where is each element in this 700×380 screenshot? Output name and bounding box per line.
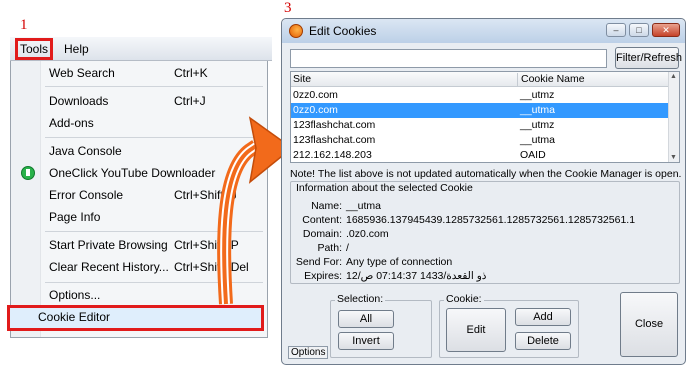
edit-cookies-dialog: Edit Cookies – □ ✕ Filter/Refresh Site C… (281, 18, 686, 365)
cookie-site: 0zz0.com (293, 89, 338, 101)
info-sendfor-key: Send For: (295, 256, 342, 268)
menu-item-private-browsing[interactable]: Start Private Browsing Ctrl+Shift+P (11, 234, 267, 256)
select-all-button[interactable]: All (338, 310, 394, 328)
scroll-up-icon[interactable]: ▲ (670, 73, 677, 80)
column-header-site[interactable]: Site (293, 73, 311, 85)
menu-separator (45, 231, 263, 232)
menu-item-label: Add-ons (49, 116, 94, 130)
info-name-value: __utma (346, 200, 382, 212)
tools-dropdown-menu: Web Search Ctrl+K Downloads Ctrl+J Add-o… (10, 61, 268, 338)
cookie-site: 123flashchat.com (293, 119, 376, 131)
cookie-info-legend: Information about the selected Cookie (294, 182, 475, 194)
scroll-down-icon[interactable]: ▼ (670, 154, 677, 161)
menu-separator (45, 137, 263, 138)
options-button[interactable]: Options (288, 346, 329, 359)
menu-item-label: Java Console (49, 144, 122, 158)
menu-item-web-search[interactable]: Web Search Ctrl+K (11, 62, 267, 84)
invert-selection-button[interactable]: Invert (338, 332, 394, 350)
delete-cookie-button[interactable]: Delete (515, 332, 571, 350)
menu-item-label: Page Info (49, 210, 101, 224)
menu-item-page-info[interactable]: Page Info (11, 206, 267, 228)
menu-item-label: Options... (49, 288, 101, 302)
cookie-name: __utma (520, 104, 556, 116)
menu-item-label: Start Private Browsing (49, 238, 168, 252)
filter-input[interactable] (290, 49, 607, 68)
info-path-value: / (346, 242, 349, 254)
info-content-value: 1685936.137945439.1285732561.1285732561.… (346, 214, 636, 226)
menu-item-shortcut: Ctrl+Shift+Del (174, 260, 249, 274)
add-cookie-button[interactable]: Add (515, 308, 571, 326)
download-icon (21, 166, 35, 180)
column-header-cookie-name[interactable]: Cookie Name (517, 73, 585, 86)
step-number-3: 3 (284, 0, 292, 16)
menu-item-java-console[interactable]: Java Console (11, 140, 267, 162)
menu-item-label: Clear Recent History... (49, 260, 169, 274)
list-note: Note! The list above is not updated auto… (290, 168, 682, 180)
menu-item-clear-history[interactable]: Clear Recent History... Ctrl+Shift+Del (11, 256, 267, 278)
menu-item-error-console[interactable]: Error Console Ctrl+Shift+J (11, 184, 267, 206)
cookie-row[interactable]: 123flashchat.com __utmz (291, 118, 669, 133)
menu-item-options[interactable]: Options... (11, 284, 267, 306)
menu-item-add-ons[interactable]: Add-ons (11, 112, 267, 134)
selection-legend: Selection: (335, 293, 386, 305)
cookie-site: 123flashchat.com (293, 134, 376, 146)
info-content-key: Content: (302, 214, 342, 226)
dialog-titlebar[interactable]: Edit Cookies – □ ✕ (282, 19, 685, 43)
filter-refresh-button[interactable]: Filter/Refresh (615, 47, 682, 69)
firefox-icon (289, 24, 303, 38)
help-menu[interactable]: Help (61, 40, 92, 58)
cookie-row[interactable]: 123flashchat.com __utma (291, 133, 669, 148)
menu-item-shortcut: Ctrl+Shift+P (174, 238, 239, 252)
dialog-title: Edit Cookies (309, 24, 377, 38)
cookie-site: 212.162.148.203 (293, 149, 372, 161)
cookie-row[interactable]: 0zz0.com __utmz (291, 88, 669, 103)
cookie-name: __utmz (520, 89, 555, 101)
info-sendfor-value: Any type of connection (346, 256, 453, 268)
close-icon[interactable]: ✕ (652, 23, 680, 37)
menu-separator (45, 282, 263, 283)
cookie-row[interactable]: 212.162.148.203 OAID (291, 148, 669, 162)
menu-item-shortcut: Ctrl+J (174, 94, 206, 108)
info-path-key: Path: (317, 242, 342, 254)
cookie-name: OAID (520, 149, 546, 161)
info-expires-value: ذو القعدة/1433 07:14:37 ص/12 (346, 270, 487, 282)
browser-menubar: Tools Help (10, 37, 272, 61)
list-scrollbar[interactable]: ▲ ▼ (668, 72, 679, 162)
cookie-actions-legend: Cookie: (444, 293, 484, 305)
maximize-icon[interactable]: □ (629, 23, 649, 37)
menu-item-label: Web Search (49, 66, 115, 80)
info-domain-key: Domain: (302, 228, 342, 240)
menu-item-label: OneClick YouTube Downloader (49, 166, 216, 180)
menu-item-youtube-downloader[interactable]: OneClick YouTube Downloader (11, 162, 267, 184)
menu-item-shortcut: Ctrl+K (174, 66, 208, 80)
cookie-list[interactable]: Site Cookie Name 0zz0.com __utmz 0zz0.co… (290, 71, 680, 163)
info-name-key: Name: (311, 200, 342, 212)
step-number-1: 1 (20, 17, 28, 33)
cookie-list-header: Site Cookie Name (291, 72, 669, 87)
info-domain-value: .0z0.com (346, 228, 389, 240)
menu-item-label: Downloads (49, 94, 109, 108)
info-expires-key: Expires: (304, 270, 342, 282)
cookie-name: __utma (520, 134, 556, 146)
menu-item-cookie-editor[interactable]: Cookie Editor (7, 305, 264, 331)
minimize-icon[interactable]: – (606, 23, 626, 37)
menu-separator (45, 86, 263, 87)
menu-item-downloads[interactable]: Downloads Ctrl+J (11, 90, 267, 112)
menu-item-shortcut: Ctrl+Shift+J (174, 188, 237, 202)
menu-item-label: Error Console (49, 188, 124, 202)
tools-menu[interactable]: Tools (14, 38, 54, 60)
close-button[interactable]: Close (620, 292, 678, 357)
edit-cookie-button[interactable]: Edit (446, 308, 506, 352)
cookie-row-selected[interactable]: 0zz0.com __utma (291, 103, 669, 118)
menu-item-label: Cookie Editor (38, 310, 111, 324)
cookie-site: 0zz0.com (293, 104, 338, 116)
cookie-name: __utmz (520, 119, 555, 131)
